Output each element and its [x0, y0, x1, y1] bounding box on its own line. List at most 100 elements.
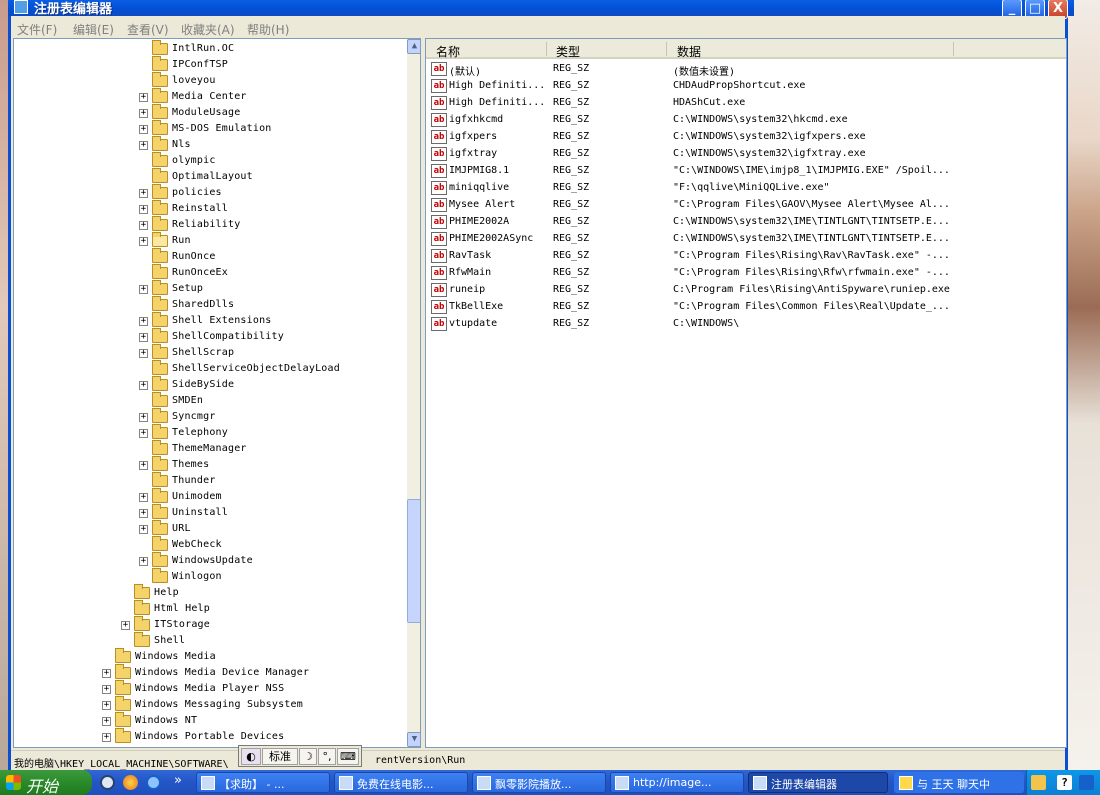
expand-toggle-icon[interactable]: +: [139, 429, 148, 438]
value-row[interactable]: ab PHIME2002ASync REG_SZ C:\WINDOWS\system3…: [426, 231, 1066, 248]
value-row[interactable]: ab High Definiti... REG_SZ CHDAudPropShortc…: [426, 78, 1066, 95]
ime-logo-icon[interactable]: ◐: [241, 748, 261, 765]
expand-toggle-icon[interactable]: +: [139, 205, 148, 214]
scroll-down-button[interactable]: ▼: [407, 732, 420, 747]
scroll-up-button[interactable]: ▲: [407, 39, 420, 54]
value-row[interactable]: ab TkBellExe REG_SZ "C:\Program Files\Commo…: [426, 299, 1066, 316]
expand-toggle-icon[interactable]: +: [139, 461, 148, 470]
menu-edit[interactable]: 编辑(E): [73, 21, 114, 38]
tree-item[interactable]: + Unimodem: [14, 488, 404, 506]
tree-item[interactable]: + Telephony: [14, 424, 404, 442]
value-row[interactable]: ab igfxhkcmd REG_SZ C:\WINDOWS\system32\hkc…: [426, 112, 1066, 129]
expand-toggle-icon[interactable]: +: [121, 621, 130, 630]
menu-help[interactable]: 帮助(H): [247, 21, 289, 38]
expand-toggle-icon[interactable]: +: [139, 93, 148, 102]
tree-item[interactable]: + ITStorage: [14, 616, 404, 634]
value-list-pane[interactable]: 名称 类型 数据 ab (默认) REG_SZ (数值未设置) ab High Defin…: [425, 38, 1067, 748]
expand-toggle-icon[interactable]: +: [139, 413, 148, 422]
tree-item[interactable]: + Windows Portable Devices: [14, 728, 404, 746]
firefox-icon[interactable]: [123, 775, 138, 790]
tree-item[interactable]: Winlogon: [14, 568, 404, 586]
key-tree-pane[interactable]: IntlRun.OC IPConfTSP loveyou + Media Center +…: [13, 38, 421, 748]
ie-icon[interactable]: [146, 775, 161, 790]
expand-toggle-icon[interactable]: +: [102, 717, 111, 726]
taskbar-button[interactable]: 飘零影院播放...: [472, 772, 606, 793]
start-button[interactable]: 开始: [0, 770, 92, 795]
tree-item[interactable]: + Media Center: [14, 88, 404, 106]
expand-toggle-icon[interactable]: +: [102, 701, 111, 710]
ime-keyboard-button[interactable]: ⌨: [337, 748, 359, 765]
tree-item[interactable]: + Themes: [14, 456, 404, 474]
ime-punct-button[interactable]: °,: [318, 748, 336, 765]
column-header-type[interactable]: 类型: [556, 43, 580, 60]
tree-item[interactable]: + ShellScrap: [14, 344, 404, 362]
tree-item[interactable]: + Windows NT: [14, 712, 404, 730]
help-icon[interactable]: ?: [1057, 775, 1072, 790]
title-bar[interactable]: 注册表编辑器 _ □ X: [8, 0, 1074, 19]
tree-item[interactable]: + Setup: [14, 280, 404, 298]
ime-width-button[interactable]: ☽: [299, 748, 317, 765]
expand-toggle-icon[interactable]: +: [139, 189, 148, 198]
value-row[interactable]: ab PHIME2002A REG_SZ C:\WINDOWS\system32\IM…: [426, 214, 1066, 231]
tree-item[interactable]: + SideBySide: [14, 376, 404, 394]
tree-item[interactable]: Html Help: [14, 600, 404, 618]
ime-mode-button[interactable]: 标准: [262, 748, 298, 765]
tree-item[interactable]: + Shell Extensions: [14, 312, 404, 330]
tree-item[interactable]: + Run: [14, 232, 404, 250]
expand-toggle-icon[interactable]: +: [139, 125, 148, 134]
expand-toggle-icon[interactable]: +: [139, 557, 148, 566]
value-row[interactable]: ab igfxpers REG_SZ C:\WINDOWS\system32\igfx…: [426, 129, 1066, 146]
expand-toggle-icon[interactable]: +: [139, 141, 148, 150]
tray-app-icon[interactable]: [1031, 775, 1046, 790]
value-row[interactable]: ab Mysee Alert REG_SZ "C:\Program Files\GAO…: [426, 197, 1066, 214]
tree-item[interactable]: + ShellCompatibility: [14, 328, 404, 346]
expand-toggle-icon[interactable]: +: [102, 669, 111, 678]
tree-item[interactable]: + MS-DOS Emulation: [14, 120, 404, 138]
column-divider[interactable]: [546, 42, 547, 56]
taskbar-qq-chat[interactable]: 与 王天 聊天中: [894, 772, 1024, 793]
tree-item[interactable]: + Reliability: [14, 216, 404, 234]
expand-toggle-icon[interactable]: +: [139, 525, 148, 534]
column-header-data[interactable]: 数据: [677, 43, 701, 60]
expand-toggle-icon[interactable]: +: [102, 685, 111, 694]
tree-item[interactable]: + Syncmgr: [14, 408, 404, 426]
value-row[interactable]: ab miniqqlive REG_SZ "F:\qqlive\MiniQQLive.…: [426, 180, 1066, 197]
expand-toggle-icon[interactable]: +: [139, 285, 148, 294]
tree-item[interactable]: + ModuleUsage: [14, 104, 404, 122]
tree-item[interactable]: Thunder: [14, 472, 404, 490]
expand-toggle-icon[interactable]: +: [139, 381, 148, 390]
expand-toggle-icon[interactable]: +: [139, 221, 148, 230]
taskbar-button[interactable]: 免费在线电影...: [334, 772, 468, 793]
expand-toggle-icon[interactable]: +: [102, 733, 111, 742]
value-row[interactable]: ab igfxtray REG_SZ C:\WINDOWS\system32\igfx…: [426, 146, 1066, 163]
tree-item[interactable]: + policies: [14, 184, 404, 202]
menu-file[interactable]: 文件(F): [17, 21, 57, 38]
column-header-name[interactable]: 名称: [436, 43, 460, 60]
quicklaunch-more-icon[interactable]: »: [174, 773, 182, 788]
expand-toggle-icon[interactable]: +: [139, 509, 148, 518]
column-divider[interactable]: [666, 42, 667, 56]
tree-item[interactable]: SMDEn: [14, 392, 404, 410]
taskbar-button[interactable]: 注册表编辑器: [748, 772, 888, 793]
tree-item[interactable]: SharedDlls: [14, 296, 404, 314]
tree-item[interactable]: OptimalLayout: [14, 168, 404, 186]
column-divider[interactable]: [953, 42, 954, 56]
tree-item[interactable]: + WindowsUpdate: [14, 552, 404, 570]
expand-toggle-icon[interactable]: +: [139, 237, 148, 246]
tree-item[interactable]: ThemeManager: [14, 440, 404, 458]
tree-vertical-scrollbar[interactable]: ▲ ▼: [407, 39, 420, 747]
tree-item[interactable]: IPConfTSP: [14, 56, 404, 74]
expand-toggle-icon[interactable]: +: [139, 317, 148, 326]
scroll-thumb[interactable]: [407, 499, 420, 623]
tree-item[interactable]: + Windows Media Player NSS: [14, 680, 404, 698]
value-row[interactable]: ab RfwMain REG_SZ "C:\Program Files\Rising\…: [426, 265, 1066, 282]
value-row[interactable]: ab RavTask REG_SZ "C:\Program Files\Rising\…: [426, 248, 1066, 265]
tree-item[interactable]: + Windows Messaging Subsystem: [14, 696, 404, 714]
menu-view[interactable]: 查看(V): [127, 21, 169, 38]
regedit-app-icon[interactable]: [14, 0, 28, 14]
expand-toggle-icon[interactable]: +: [139, 333, 148, 342]
tree-item[interactable]: Shell: [14, 632, 404, 650]
value-row[interactable]: ab (默认) REG_SZ (数值未设置): [426, 61, 1066, 78]
network-icon[interactable]: [1079, 775, 1094, 790]
value-row[interactable]: ab vtupdate REG_SZ C:\WINDOWS\: [426, 316, 1066, 333]
